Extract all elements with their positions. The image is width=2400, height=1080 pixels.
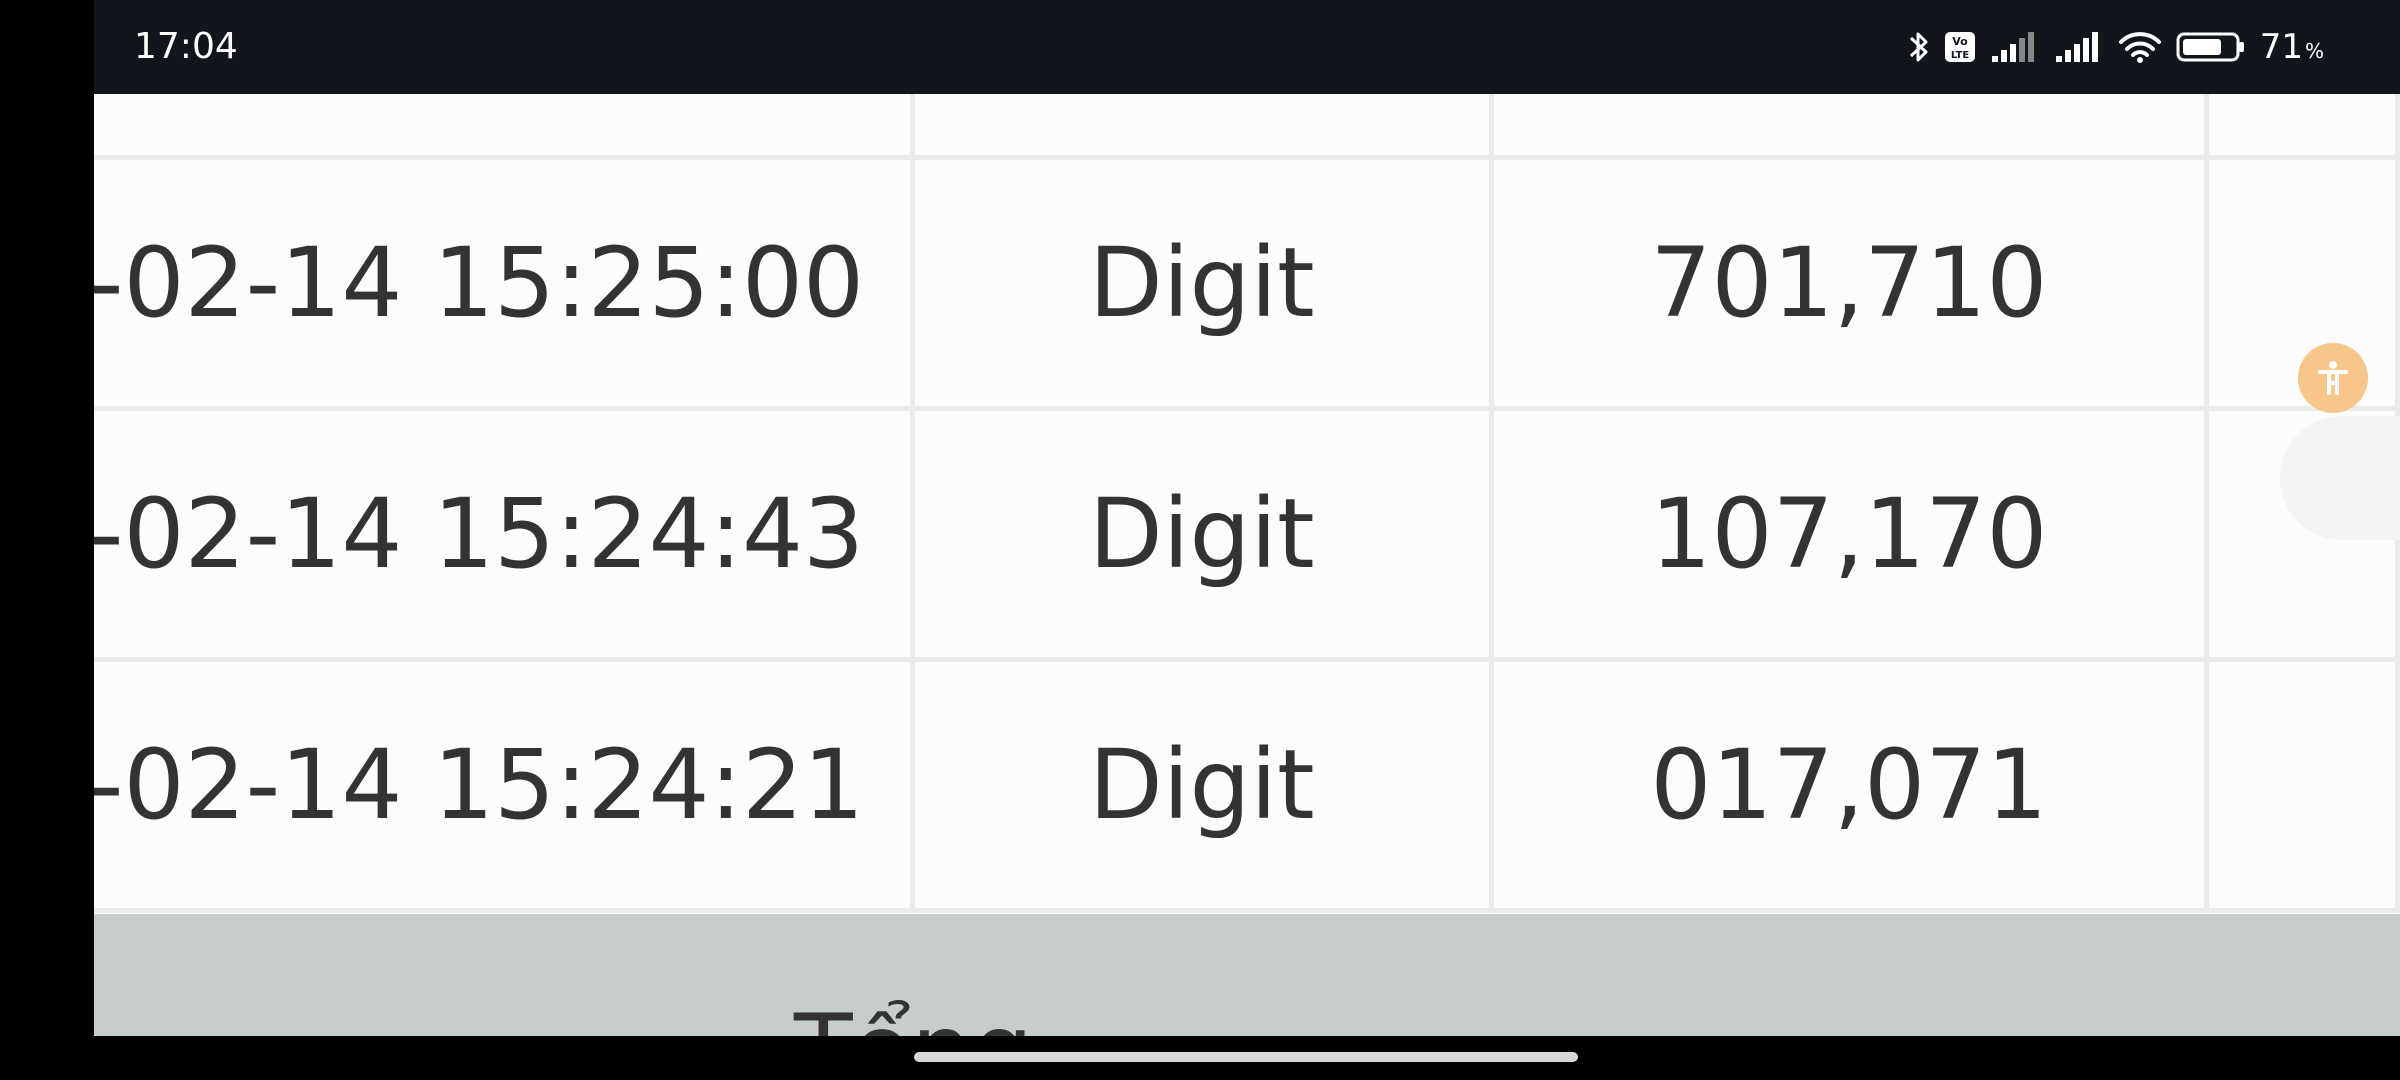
cell-extra [2203,94,2400,160]
volte-icon: Vo LTE [1944,31,1976,63]
battery-icon [2176,31,2246,63]
cell-time: 2024-02-14 15:25:00 [94,155,915,411]
cell-extra [2203,657,2400,913]
cell-value: 017,071 [1488,657,2209,913]
navigation-bar [0,1036,2400,1080]
cell-value: 107,170 [1488,406,2209,662]
total-label: Tổng [794,994,1033,1036]
cell-type: Digit [909,657,1494,913]
wifi-icon [2118,30,2162,64]
signal-icon [1990,30,2040,64]
cell-type: Digit [909,155,1494,411]
data-table: 2024-02-14 15:25:00 Digit 701,710 2024-0… [94,94,2400,913]
table-row[interactable] [94,94,2400,160]
cell-value: 701,710 [1488,155,2209,411]
table-row[interactable]: 2024-02-14 15:24:43 Digit 107,170 [94,406,2400,662]
svg-text:LTE: LTE [1951,50,1970,61]
report-content[interactable]: 2024-02-14 15:25:00 Digit 701,710 2024-0… [94,94,2400,1036]
battery-level: 71 % [2260,27,2324,67]
home-indicator[interactable] [914,1052,1578,1062]
accessibility-tab [2280,416,2400,540]
cell-value [1488,94,2209,160]
cell-time: 2024-02-14 15:24:21 [94,657,915,913]
bluetooth-icon [1908,29,1930,65]
table-row[interactable]: 2024-02-14 15:24:21 Digit 017,071 [94,657,2400,913]
cell-time [94,94,915,160]
table-scroll-area[interactable]: 2024-02-14 15:25:00 Digit 701,710 2024-0… [94,94,2400,913]
status-time: 17:04 [134,26,238,67]
cell-type [909,94,1494,160]
table-footer-row: Tổng [94,914,2400,1036]
accessibility-icon [2318,361,2348,395]
screen: 17:04 Vo LTE 71 % 02-14 15:25:00 Digit 7… [0,0,2400,1080]
table-row[interactable]: 2024-02-14 15:25:00 Digit 701,710 [94,155,2400,411]
svg-text:Vo: Vo [1952,35,1968,48]
cell-type: Digit [909,406,1494,662]
battery-percent: 71 [2259,27,2303,67]
battery-percent-unit: % [2304,39,2324,63]
status-bar: 17:04 Vo LTE 71 % [94,0,2400,94]
signal-icon [2054,30,2104,64]
cell-time: 2024-02-14 15:24:43 [94,406,915,662]
accessibility-button[interactable] [2298,343,2368,413]
status-icons: Vo LTE 71 % [1908,22,2324,72]
